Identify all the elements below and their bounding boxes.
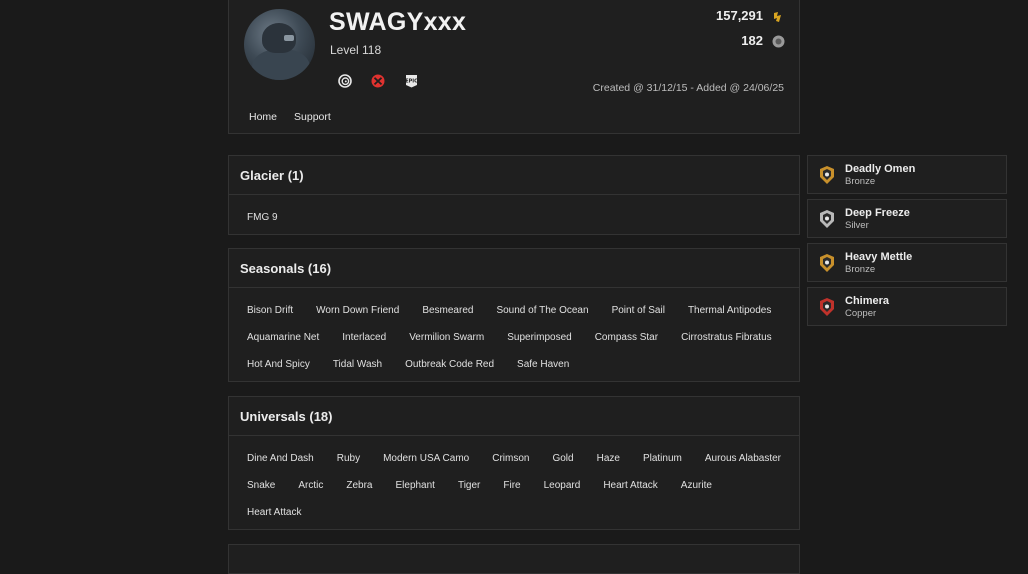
skin-tag[interactable]: Cirrostratus Fibratus <box>674 324 779 351</box>
tag-list: FMG 9 <box>229 195 799 231</box>
skin-tag[interactable]: Aquamarine Net <box>240 324 326 351</box>
skin-tag[interactable]: Point of Sail <box>605 297 672 324</box>
skin-tag[interactable]: Zebra <box>339 472 379 499</box>
skin-tag[interactable]: Gold <box>545 445 580 472</box>
skin-tag[interactable]: Superimposed <box>500 324 578 351</box>
profile-nav: Home Support <box>249 111 331 123</box>
skin-tag[interactable]: Crimson <box>485 445 536 472</box>
skin-tag[interactable]: Platinum <box>636 445 689 472</box>
renown-count: 182 <box>741 33 763 48</box>
skin-tag[interactable]: Heart Attack <box>596 472 664 499</box>
nav-support[interactable]: Support <box>294 111 331 123</box>
profile-header: SWAGYxxx Level 118 EPIC 157,291 182 Crea… <box>228 0 800 134</box>
skin-tag[interactable]: Fire <box>496 472 527 499</box>
copper-rank-icon <box>818 297 836 317</box>
ubisoft-icon[interactable] <box>338 74 352 88</box>
credits-icon <box>771 10 785 24</box>
seasonals-section: Seasonals (16) Bison Drift Worn Down Frie… <box>228 248 800 382</box>
skin-tag[interactable]: Outbreak Code Red <box>398 351 501 378</box>
glacier-section: Glacier (1) FMG 9 <box>228 155 800 235</box>
skin-tag[interactable]: Hot And Spicy <box>240 351 317 378</box>
skin-tag[interactable]: Thermal Antipodes <box>681 297 778 324</box>
universals-section: Universals (18) Dine And Dash Ruby Modern … <box>228 396 800 530</box>
credits-count: 157,291 <box>716 8 763 23</box>
skin-tag[interactable]: Arctic <box>291 472 330 499</box>
rank-name: Chimera <box>845 295 890 307</box>
epic-games-icon[interactable]: EPIC <box>404 74 418 88</box>
rank-tier: Bronze <box>845 264 876 275</box>
rank-name: Heavy Mettle <box>845 251 913 263</box>
avatar <box>244 9 315 80</box>
renown-icon <box>772 35 785 48</box>
skin-tag[interactable]: Heart Attack <box>240 499 308 526</box>
skin-tag[interactable]: FMG 9 <box>240 204 285 231</box>
skin-tag[interactable]: Safe Haven <box>510 351 576 378</box>
rank-tier: Bronze <box>845 176 876 187</box>
rank-card[interactable]: Deep Freeze Silver <box>807 199 1007 238</box>
skin-tag[interactable]: Bison Drift <box>240 297 300 324</box>
rank-card[interactable]: Chimera Copper <box>807 287 1007 326</box>
rank-name: Deep Freeze <box>845 207 910 219</box>
tag-list: Bison Drift Worn Down Friend Besmeared Soun… <box>229 288 799 378</box>
section-title: Glacier (1) <box>229 156 799 195</box>
rank-tier: Silver <box>845 220 869 231</box>
rank-card[interactable]: Deadly Omen Bronze <box>807 155 1007 194</box>
nav-home[interactable]: Home <box>249 111 277 123</box>
section-title: Universals (18) <box>229 397 799 436</box>
skin-tag[interactable]: Aurous Alabaster <box>698 445 788 472</box>
skin-tag[interactable]: Interlaced <box>335 324 393 351</box>
next-section-panel <box>228 544 800 574</box>
created-added-dates: Created @ 31/12/15 - Added @ 24/06/25 <box>592 82 784 94</box>
username: SWAGYxxx <box>329 8 467 36</box>
rank-card[interactable]: Heavy Mettle Bronze <box>807 243 1007 282</box>
skin-tag[interactable]: Tiger <box>451 472 487 499</box>
player-level: Level 118 <box>330 43 382 57</box>
skin-tag[interactable]: Dine And Dash <box>240 445 321 472</box>
skin-tag[interactable]: Modern USA Camo <box>376 445 476 472</box>
skin-tag[interactable]: Vermilion Swarm <box>402 324 491 351</box>
bronze-rank-icon <box>818 253 836 273</box>
tag-list: Dine And Dash Ruby Modern USA Camo Crimson G… <box>229 436 799 526</box>
skin-tag[interactable]: Elephant <box>388 472 441 499</box>
silver-rank-icon <box>818 209 836 229</box>
rank-tier: Copper <box>845 308 877 319</box>
svg-text:EPIC: EPIC <box>405 79 418 85</box>
skin-tag[interactable]: Snake <box>240 472 282 499</box>
skin-tag[interactable]: Sound of The Ocean <box>489 297 595 324</box>
bronze-rank-icon <box>818 165 836 185</box>
skin-tag[interactable]: Haze <box>590 445 627 472</box>
skin-tag[interactable]: Tidal Wash <box>326 351 389 378</box>
skin-tag[interactable]: Besmeared <box>415 297 480 324</box>
rank-name: Deadly Omen <box>845 163 916 175</box>
skin-tag[interactable]: Leopard <box>537 472 588 499</box>
section-title: Seasonals (16) <box>229 249 799 288</box>
skin-tag[interactable]: Ruby <box>330 445 367 472</box>
xbox-icon[interactable] <box>371 74 385 88</box>
skin-tag[interactable]: Compass Star <box>588 324 665 351</box>
skin-tag[interactable]: Azurite <box>674 472 719 499</box>
skin-tag[interactable]: Worn Down Friend <box>309 297 406 324</box>
